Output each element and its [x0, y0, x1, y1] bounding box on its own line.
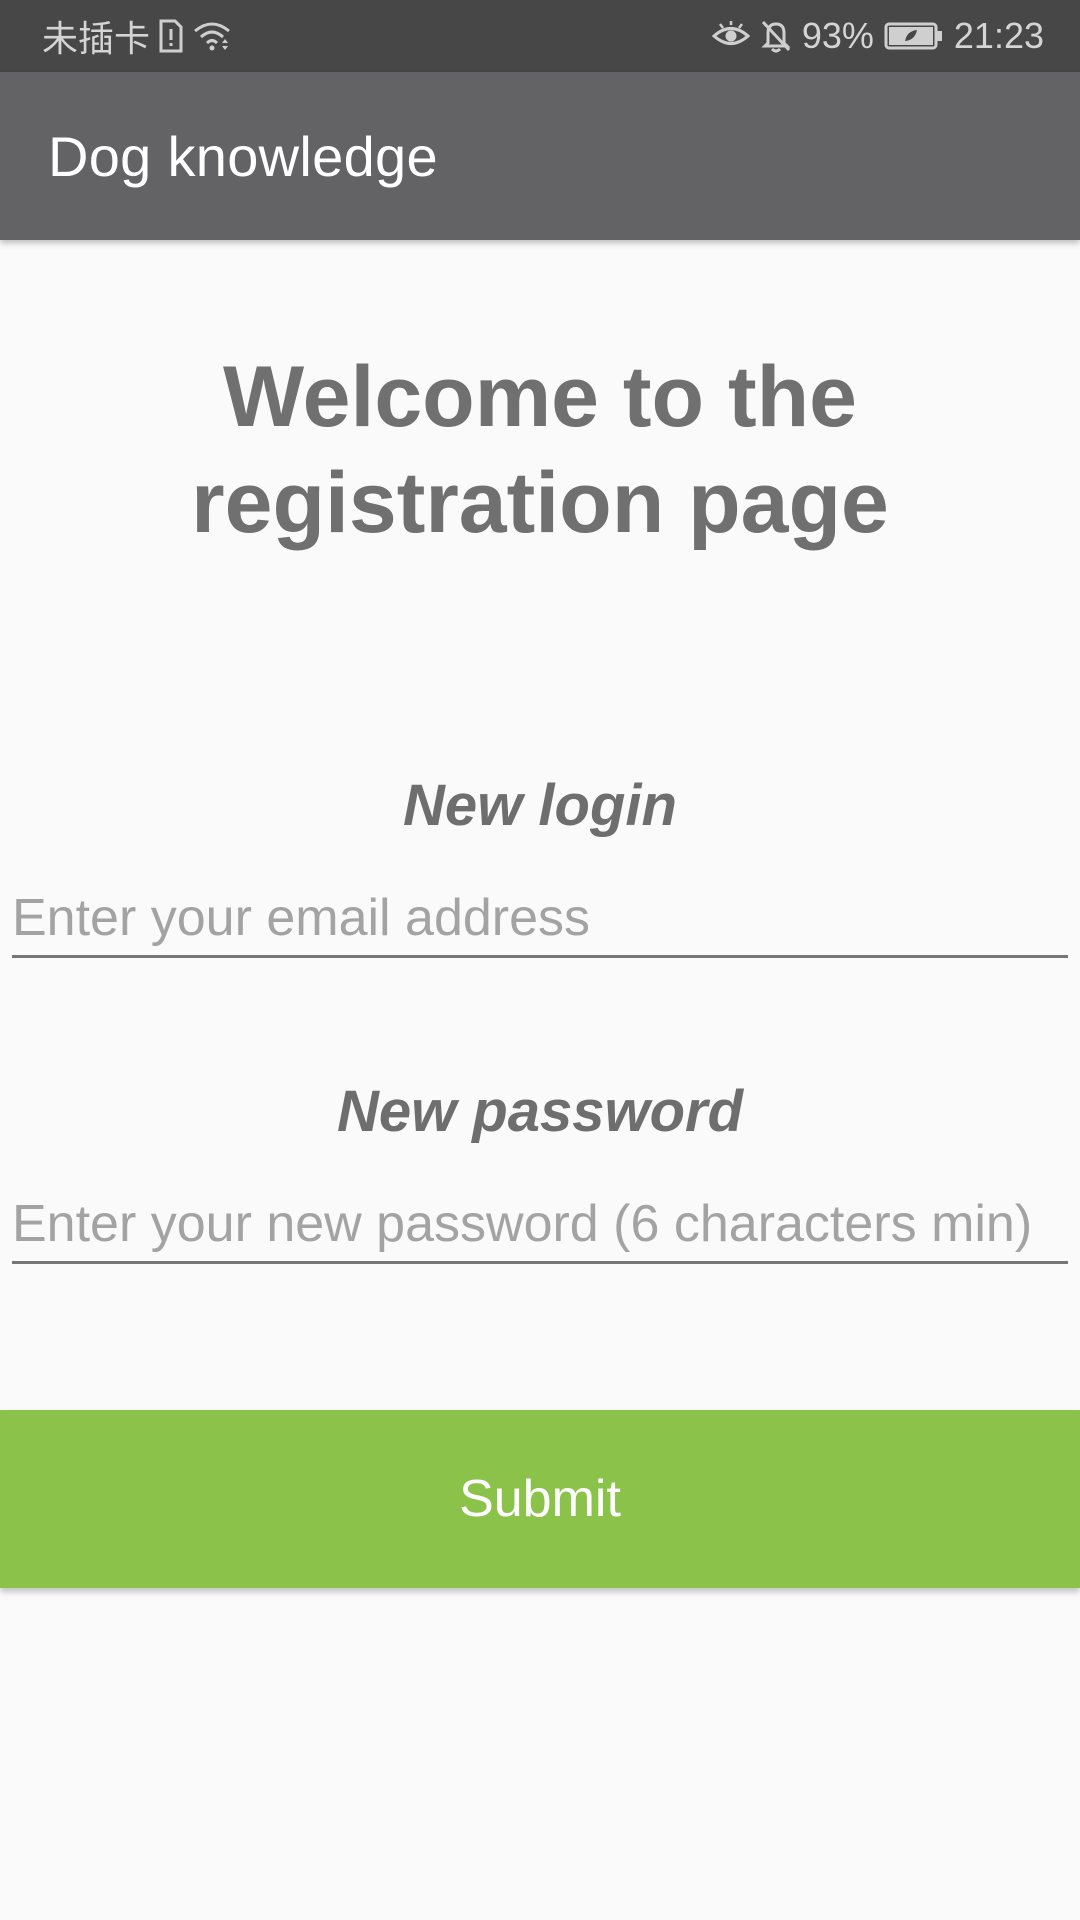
- app-bar: Dog knowledge: [0, 72, 1080, 240]
- password-label: New password: [336, 1079, 744, 1144]
- email-input[interactable]: [12, 880, 1068, 958]
- clock-text: 21:23: [953, 15, 1044, 56]
- battery-icon: [884, 21, 944, 51]
- bell-off-icon: [760, 19, 792, 53]
- status-left: 未插卡: [42, 10, 232, 62]
- welcome-heading-line-1: Welcome to the: [223, 349, 857, 445]
- registration-screen: 未插卡 93% 21:23 Dog knowledge Welcome to t…: [0, 0, 1080, 1920]
- status-right: 93% 21:23: [711, 15, 1044, 57]
- sim-alert-icon: [158, 19, 184, 53]
- status-bar: 未插卡 93% 21:23: [0, 0, 1080, 72]
- login-label: New login: [403, 773, 677, 838]
- battery-percent-text: 93%: [801, 15, 874, 56]
- submit-button[interactable]: Submit: [0, 1410, 1080, 1588]
- welcome-heading: Welcome to the registration page: [0, 344, 1080, 556]
- app-title: Dog knowledge: [48, 124, 438, 188]
- wifi-icon: [192, 19, 232, 53]
- welcome-heading-line-2: registration page: [191, 455, 889, 551]
- eye-icon: [711, 21, 750, 51]
- carrier-text: 未插卡: [42, 18, 151, 59]
- password-input[interactable]: [12, 1186, 1068, 1264]
